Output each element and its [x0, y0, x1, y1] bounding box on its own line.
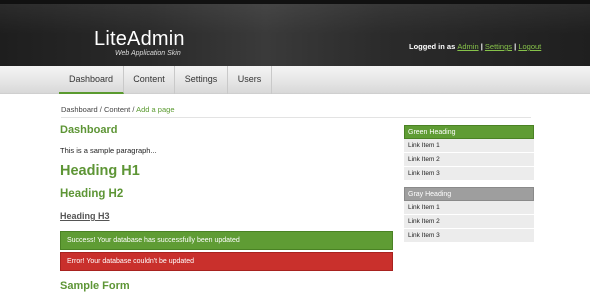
breadcrumb-add-page[interactable]: Add a page	[136, 105, 174, 114]
tab-dashboard[interactable]: Dashboard	[59, 66, 124, 94]
breadcrumb-dashboard[interactable]: Dashboard	[61, 105, 98, 114]
logout-link[interactable]: Logout	[518, 42, 541, 51]
green-panel: Green Heading Link Item 1 Link Item 2 Li…	[404, 125, 534, 181]
breadcrumb-separator: /	[99, 105, 102, 114]
breadcrumb-separator: /	[132, 105, 135, 114]
breadcrumb: Dashboard / Content / Add a page	[61, 105, 531, 118]
gray-panel: Gray Heading Link Item 1 Link Item 2 Lin…	[404, 187, 534, 243]
error-message: Error! Your database couldn't be updated	[60, 252, 393, 271]
green-panel-heading: Green Heading	[404, 125, 534, 139]
sample-paragraph: This is a sample paragraph...	[60, 146, 157, 155]
user-link[interactable]: Admin	[457, 42, 478, 51]
app-logo-title[interactable]: LiteAdmin	[94, 28, 185, 51]
heading-h3: Heading H3	[60, 211, 110, 221]
gray-panel-heading: Gray Heading	[404, 187, 534, 201]
form-heading: Sample Form	[60, 280, 130, 292]
heading-h1: Heading H1	[60, 163, 140, 179]
sidebar-link-item[interactable]: Link Item 1	[404, 139, 534, 153]
sidebar-link-item[interactable]: Link Item 1	[404, 201, 534, 215]
sidebar-link-item[interactable]: Link Item 3	[404, 229, 534, 243]
logged-in-label: Logged in as	[409, 42, 456, 51]
separator: |	[480, 42, 483, 51]
user-bar: Logged in as Admin | Settings | Logout	[409, 42, 541, 51]
settings-link[interactable]: Settings	[485, 42, 512, 51]
tab-content[interactable]: Content	[124, 66, 175, 94]
main-nav: Dashboard Content Settings Users	[0, 66, 590, 94]
page-title: Dashboard	[60, 124, 118, 136]
sidebar-link-item[interactable]: Link Item 3	[404, 167, 534, 181]
app-tagline: Web Application Skin	[115, 50, 181, 57]
tab-users[interactable]: Users	[228, 66, 272, 94]
breadcrumb-content[interactable]: Content	[104, 105, 130, 114]
tab-settings[interactable]: Settings	[175, 66, 228, 94]
sidebar-link-item[interactable]: Link Item 2	[404, 215, 534, 229]
success-message: Success! Your database has successfully …	[60, 231, 393, 250]
sidebar-link-item[interactable]: Link Item 2	[404, 153, 534, 167]
header-bar: LiteAdmin Web Application Skin Logged in…	[0, 0, 590, 66]
heading-h2: Heading H2	[60, 188, 124, 200]
separator: |	[514, 42, 517, 51]
